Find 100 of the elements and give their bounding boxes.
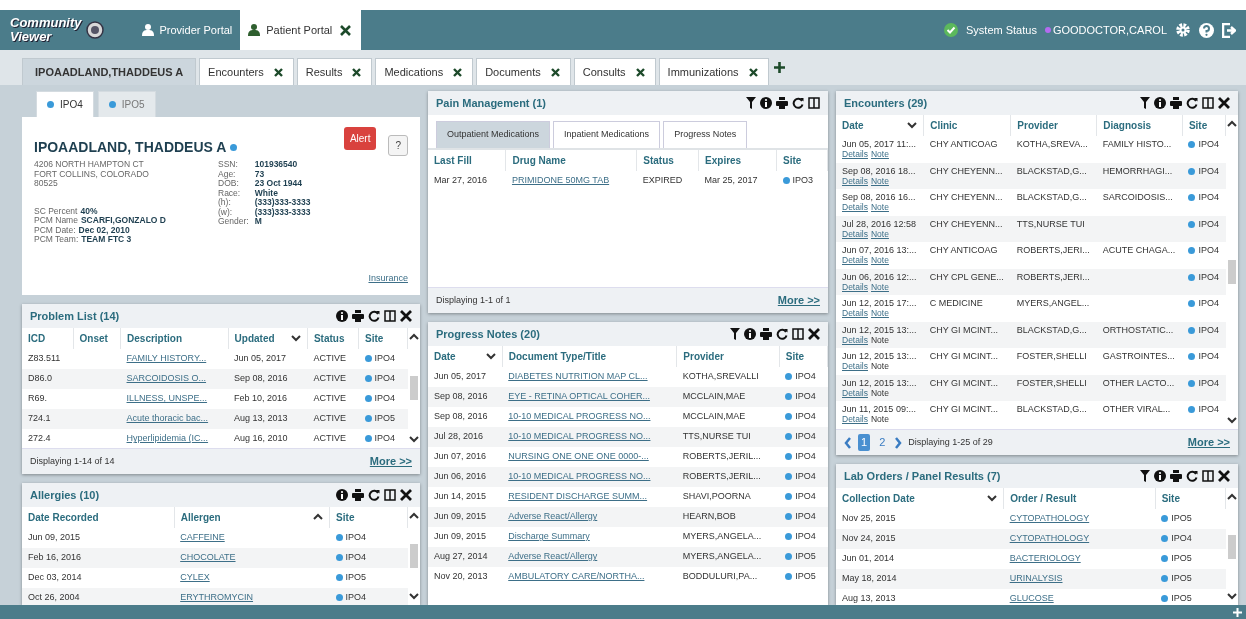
column-header[interactable]: Date	[434, 351, 456, 362]
close-icon[interactable]	[808, 328, 820, 340]
tab[interactable]: Encounters	[199, 58, 294, 85]
column-header[interactable]: Site	[783, 154, 802, 166]
row-link[interactable]: Details	[842, 281, 868, 292]
panel-tab[interactable]: Outpatient Medications	[436, 121, 551, 148]
close-icon[interactable]	[1218, 97, 1230, 109]
info-icon[interactable]	[1154, 97, 1166, 109]
portal-tab-label[interactable]: Patient Portal	[266, 21, 333, 39]
print-icon[interactable]	[1170, 97, 1182, 109]
row-link[interactable]: Details	[842, 175, 868, 186]
tab-label[interactable]: Results	[305, 63, 343, 81]
table-link[interactable]: Adverse React/Allergy	[508, 511, 598, 522]
column-header[interactable]: Collection Date	[842, 493, 915, 504]
help-button[interactable]: ?	[388, 135, 408, 156]
tab[interactable]: Medications	[375, 58, 474, 85]
column-header[interactable]: Order / Result	[1010, 493, 1077, 504]
table-link[interactable]: GLUCOSE	[1009, 593, 1054, 604]
filter-icon[interactable]	[1140, 470, 1150, 482]
column-header[interactable]: Site	[1188, 120, 1208, 131]
print-icon[interactable]	[352, 489, 364, 501]
column-header[interactable]: Status	[313, 333, 345, 344]
row-link[interactable]: Details	[842, 334, 868, 345]
column-header[interactable]: Date Recorded	[28, 512, 99, 523]
tab[interactable]: Documents	[476, 58, 571, 85]
columns-icon[interactable]	[1202, 470, 1214, 482]
close-tab-button[interactable]	[746, 67, 760, 77]
close-tab-button[interactable]	[548, 67, 562, 77]
tab[interactable]: Consults	[573, 58, 656, 85]
row-link[interactable]: Details	[842, 387, 868, 398]
info-icon[interactable]	[760, 97, 772, 109]
table-link[interactable]: DIABETES NUTRITION MAP CL...	[508, 371, 648, 382]
refresh-icon[interactable]	[368, 489, 380, 501]
column-header[interactable]: Expires	[705, 154, 742, 166]
tab[interactable]: Results	[296, 58, 373, 85]
tab-label[interactable]: Encounters	[208, 63, 264, 81]
print-icon[interactable]	[352, 310, 364, 322]
table-link[interactable]: CYTOPATHOLOGY	[1009, 533, 1090, 544]
table-link[interactable]: ILLNESS, UNSPE...	[126, 393, 208, 404]
row-link[interactable]: Details	[842, 255, 868, 265]
columns-icon[interactable]	[792, 328, 804, 340]
more-link[interactable]: More >>	[777, 292, 820, 309]
table-link[interactable]: NURSING ONE ONE ONE 0000-...	[508, 451, 649, 462]
column-header[interactable]: Drug Name	[512, 154, 566, 166]
table-link[interactable]: Discharge Summary	[508, 531, 590, 542]
column-header[interactable]: Onset	[79, 333, 108, 344]
close-tab-button[interactable]	[633, 67, 647, 77]
more-link[interactable]: More >>	[369, 453, 412, 470]
page-button[interactable]: 1	[858, 434, 871, 451]
table-link[interactable]: URINALYSIS	[1009, 573, 1063, 584]
system-status-label[interactable]: System Status	[966, 21, 1037, 39]
print-icon[interactable]	[1170, 470, 1182, 482]
refresh-icon[interactable]	[368, 310, 380, 322]
table-link[interactable]: SARCOIDOSIS O...	[126, 373, 207, 384]
table-link[interactable]: 10-10 MEDICAL PROGRESS NO...	[508, 471, 651, 482]
column-header[interactable]: Document Type/Title	[508, 351, 607, 362]
row-link[interactable]: Details	[842, 202, 868, 212]
user-name[interactable]: GOODOCTOR,CAROL	[1052, 21, 1167, 39]
table-link[interactable]: Hyperlipidemia (IC...	[126, 433, 209, 444]
more-link[interactable]: More >>	[1187, 434, 1230, 451]
scroll-thumb[interactable]	[410, 544, 418, 568]
row-link[interactable]: Details	[842, 308, 868, 318]
chevron-left-icon[interactable]	[844, 436, 852, 449]
column-header[interactable]: Status	[643, 154, 674, 166]
add-tab-button[interactable]	[771, 62, 787, 73]
column-header[interactable]: Updated	[234, 333, 275, 344]
row-link[interactable]: Details	[842, 228, 868, 239]
close-tab-button[interactable]	[338, 24, 354, 36]
table-link[interactable]: 10-10 MEDICAL PROGRESS NO...	[508, 411, 651, 422]
tab[interactable]: Immunizations	[658, 58, 769, 85]
refresh-icon[interactable]	[776, 328, 788, 340]
row-link[interactable]: Note	[871, 175, 889, 186]
table-link[interactable]: ERYTHROMYCIN	[180, 592, 254, 603]
close-tab-button[interactable]	[350, 67, 364, 77]
scroll-thumb[interactable]	[1228, 260, 1236, 284]
tab-label[interactable]: Immunizations	[667, 63, 739, 81]
table-link[interactable]: CYLEX	[180, 572, 210, 583]
refresh-icon[interactable]	[1186, 470, 1198, 482]
print-icon[interactable]	[776, 97, 788, 109]
portal-tab-label[interactable]: Provider Portal	[159, 21, 233, 39]
tab-label[interactable]: Medications	[384, 63, 444, 81]
refresh-icon[interactable]	[792, 97, 804, 109]
columns-icon[interactable]	[384, 310, 396, 322]
tab-label[interactable]: IPOAADLAND,THADDEUS A	[35, 63, 184, 81]
row-link[interactable]: Note	[871, 228, 889, 239]
column-header[interactable]: Allergen	[180, 512, 221, 523]
logout-icon[interactable]	[1222, 22, 1236, 38]
site-tab-label[interactable]: IPO4	[60, 97, 83, 112]
close-icon[interactable]	[1218, 470, 1230, 482]
filter-icon[interactable]	[730, 328, 740, 340]
close-tab-button[interactable]	[271, 67, 285, 77]
page-button[interactable]: 2	[876, 434, 889, 451]
close-tab-button[interactable]	[451, 67, 465, 77]
tab[interactable]: IPOAADLAND,THADDEUS A	[22, 58, 197, 85]
tab-label[interactable]: Consults	[582, 63, 626, 81]
columns-icon[interactable]	[808, 97, 820, 109]
scroll-thumb[interactable]	[1228, 534, 1236, 559]
table-link[interactable]: CYTOPATHOLOGY	[1009, 513, 1090, 524]
row-link[interactable]: Details	[842, 361, 868, 371]
panel-tab[interactable]: Progress Notes	[663, 121, 748, 148]
